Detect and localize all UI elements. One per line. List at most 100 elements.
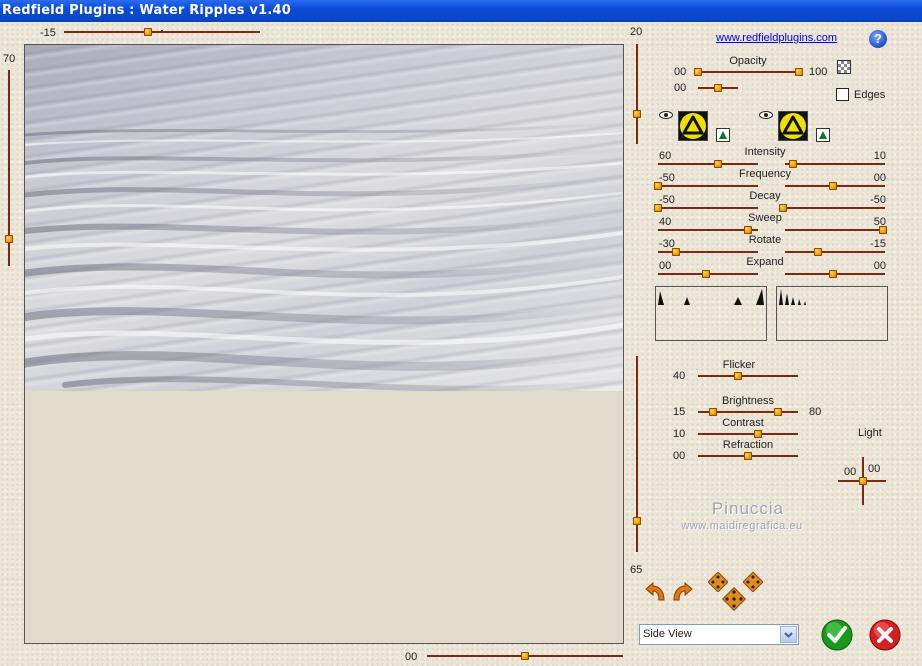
opacity-max: 100 <box>809 66 828 78</box>
opacity-min: 00 <box>674 66 687 78</box>
top-slider-value: -15 <box>40 27 56 39</box>
expand-right-thumb[interactable] <box>829 270 837 278</box>
checker-icon[interactable] <box>837 60 851 74</box>
intensity-left-value: 60 <box>659 150 672 162</box>
refraction-value: 00 <box>673 450 686 462</box>
brightness-left-thumb[interactable] <box>709 408 717 416</box>
frequency-right-value: 00 <box>873 172 886 184</box>
intensity-label: Intensity <box>744 146 786 158</box>
rotate-left-tick <box>708 251 710 253</box>
eye-icon-2[interactable] <box>759 110 773 119</box>
opacity-right-thumb[interactable] <box>795 68 803 76</box>
eye-icon[interactable] <box>659 110 673 119</box>
tree-icon-2[interactable] <box>816 128 830 142</box>
decay-right-thumb[interactable] <box>779 204 787 212</box>
brightness-right-thumb[interactable] <box>774 408 782 416</box>
top-slider-tick <box>161 30 163 32</box>
rotate-left-thumb[interactable] <box>672 248 680 256</box>
intensity-left-tick <box>708 163 710 165</box>
triangle-shape-icon[interactable] <box>678 111 708 141</box>
decay-left-tick <box>708 207 710 209</box>
refraction-label: Refraction <box>722 439 774 451</box>
chevron-down-icon[interactable] <box>780 626 797 643</box>
rotate-right-value: -15 <box>870 238 886 250</box>
contrast-label: Contrast <box>722 417 764 429</box>
opacity-label: Opacity <box>729 55 767 67</box>
dice-icon-3[interactable] <box>721 586 747 612</box>
wave-profile-box-right[interactable] <box>776 286 888 341</box>
water-ripples-preview <box>25 45 623 391</box>
frequency-right-thumb[interactable] <box>829 182 837 190</box>
bottom-slider-value: 00 <box>405 651 418 663</box>
contrast-track[interactable] <box>698 433 798 435</box>
sweep-left-tick <box>708 229 710 231</box>
contrast-thumb[interactable] <box>754 430 762 438</box>
right-bottom-slider-thumb[interactable] <box>633 517 641 525</box>
expand-label: Expand <box>746 256 784 268</box>
brightness-value: 15 <box>673 406 686 418</box>
sweep-left-value: 40 <box>659 216 672 228</box>
decay-right-value: -50 <box>870 194 886 206</box>
watermark-site: www.maidiregrafica.eu <box>681 520 803 532</box>
flicker-thumb[interactable] <box>734 372 742 380</box>
right-bottom-slider-tick <box>636 457 638 459</box>
opacity-second-thumb[interactable] <box>714 84 722 92</box>
edges-label: Edges <box>854 89 886 101</box>
sweep-left-thumb[interactable] <box>744 226 752 234</box>
light-y-value: 00 <box>868 463 881 475</box>
cancel-button[interactable] <box>869 619 901 651</box>
dice-icon-2[interactable] <box>742 571 764 593</box>
decay-left-thumb[interactable] <box>654 204 662 212</box>
view-select[interactable]: Side View <box>639 624 799 645</box>
edges-checkbox[interactable] <box>836 88 849 101</box>
expand-left-thumb[interactable] <box>702 270 710 278</box>
window-title: Redfield Plugins : Water Ripples v1.40 <box>2 3 291 18</box>
intensity-right-value: 10 <box>873 150 886 162</box>
top-slider-thumb[interactable] <box>144 28 152 36</box>
expand-left-value: 00 <box>659 260 672 272</box>
triangle-shape-icon-2[interactable] <box>778 111 808 141</box>
rotate-right-icon[interactable] <box>670 581 694 602</box>
brightness-label: Brightness <box>722 395 774 407</box>
frequency-left-thumb[interactable] <box>654 182 662 190</box>
ripple-lines <box>25 121 623 391</box>
flicker-label: Flicker <box>722 359 756 371</box>
rotate-label: Rotate <box>748 234 782 246</box>
brightness-right-value: 80 <box>809 406 822 418</box>
bottom-slider-thumb[interactable] <box>521 652 529 660</box>
left-slider-value: 70 <box>3 53 16 65</box>
sweep-label: Sweep <box>748 212 782 224</box>
flicker-track[interactable] <box>698 375 798 377</box>
left-slider-tick <box>8 168 10 170</box>
ok-button[interactable] <box>821 619 853 651</box>
right-bottom-slider-value: 65 <box>630 564 643 576</box>
rotate-right-track[interactable] <box>785 251 885 253</box>
intensity-right-track[interactable] <box>785 163 885 165</box>
preview-canvas[interactable] <box>24 44 624 644</box>
website-link[interactable]: www.redfieldplugins.com <box>716 32 837 44</box>
light-label: Light <box>858 427 882 439</box>
light-position-thumb[interactable] <box>859 477 867 485</box>
refraction-thumb[interactable] <box>744 452 752 460</box>
right-top-slider-track[interactable] <box>636 44 638 144</box>
right-top-slider-thumb[interactable] <box>633 110 641 118</box>
contrast-value: 10 <box>673 428 686 440</box>
expand-right-value: 00 <box>873 260 886 272</box>
rotate-right-thumb[interactable] <box>814 248 822 256</box>
sweep-right-track[interactable] <box>785 229 885 231</box>
decay-right-track[interactable] <box>785 207 885 209</box>
left-slider-thumb[interactable] <box>5 235 13 243</box>
question-mark-icon[interactable]: ? <box>869 30 887 48</box>
sweep-right-thumb[interactable] <box>879 226 887 234</box>
intensity-left-thumb[interactable] <box>714 160 722 168</box>
intensity-right-thumb[interactable] <box>789 160 797 168</box>
opacity-track[interactable] <box>698 71 800 73</box>
opacity-left-thumb[interactable] <box>694 68 702 76</box>
light-x-value: 00 <box>844 466 857 478</box>
right-top-slider-value: 20 <box>630 26 643 38</box>
flicker-value: 40 <box>673 370 686 382</box>
rotate-left-icon[interactable] <box>644 581 668 602</box>
tree-icon[interactable] <box>716 128 730 142</box>
view-select-value: Side View <box>643 628 692 640</box>
wave-profile-box-left[interactable] <box>655 286 767 341</box>
